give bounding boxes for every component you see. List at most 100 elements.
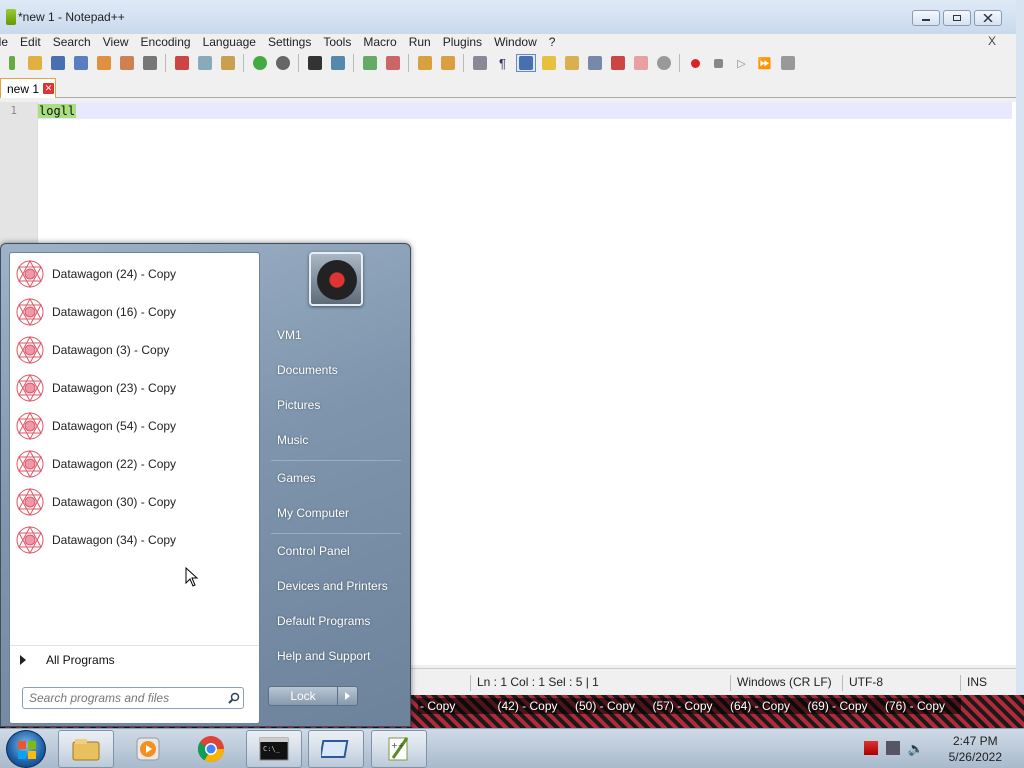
desktop-icon-label[interactable]: - Copy	[418, 698, 496, 714]
taskbar-chrome[interactable]	[183, 730, 239, 768]
program-item[interactable]: Datawagon (16) - Copy	[14, 295, 254, 329]
cut-button[interactable]	[172, 54, 192, 72]
zoom-in-button[interactable]	[360, 54, 380, 72]
tab-new-1[interactable]: new 1 ✕	[0, 78, 56, 98]
menu-language[interactable]: Language	[197, 35, 262, 49]
new-file-button[interactable]	[2, 54, 22, 72]
link-help-and-support[interactable]: Help and Support	[277, 649, 370, 663]
close-document-x[interactable]: X	[982, 34, 1002, 48]
search-input[interactable]: Search programs and files	[22, 687, 244, 709]
close-file-button[interactable]	[94, 54, 114, 72]
menu-search[interactable]: Search	[47, 35, 97, 49]
system-clock[interactable]: 2:47 PM 5/26/2022	[949, 733, 1002, 765]
link-documents[interactable]: Documents	[277, 363, 338, 377]
sync-vertical-button[interactable]	[415, 54, 435, 72]
save-button[interactable]	[48, 54, 68, 72]
zoom-out-button[interactable]	[383, 54, 403, 72]
monitoring-button[interactable]	[654, 54, 674, 72]
close-all-button[interactable]	[117, 54, 137, 72]
doc-list-button[interactable]	[585, 54, 605, 72]
menu-view[interactable]: View	[97, 35, 135, 49]
maximize-button[interactable]	[943, 10, 971, 26]
link-default-programs[interactable]: Default Programs	[277, 614, 370, 628]
find-button[interactable]	[305, 54, 325, 72]
lock-button[interactable]: Lock	[268, 686, 358, 706]
menu-plugins[interactable]: Plugins	[437, 35, 488, 49]
play-macro-button[interactable]: ▷	[732, 54, 752, 72]
udl-button[interactable]	[539, 54, 559, 72]
link-my-computer[interactable]: My Computer	[277, 506, 349, 520]
program-item[interactable]: Datawagon (30) - Copy	[14, 485, 254, 519]
close-button[interactable]	[974, 10, 1002, 26]
zoom-in-icon	[362, 56, 377, 70]
desktop-icon-label[interactable]: (42) - Copy	[495, 698, 573, 714]
taskbar-explorer[interactable]	[58, 730, 114, 768]
record-macro-button[interactable]	[686, 54, 706, 72]
sync-horizontal-button[interactable]	[438, 54, 458, 72]
link-control-panel[interactable]: Control Panel	[277, 544, 350, 558]
menu-edit[interactable]: Edit	[14, 35, 47, 49]
run-macro-multiple-button[interactable]: ⏩	[755, 54, 775, 72]
zoom-out-icon	[385, 56, 400, 70]
user-avatar[interactable]	[309, 252, 363, 306]
program-item[interactable]: Datawagon (24) - Copy	[14, 257, 254, 291]
menu-help[interactable]: ?	[543, 35, 562, 49]
editor-text[interactable]: logll	[38, 104, 77, 118]
open-file-button[interactable]	[25, 54, 45, 72]
menu-encoding[interactable]: Encoding	[135, 35, 197, 49]
program-item[interactable]: Datawagon (23) - Copy	[14, 371, 254, 405]
folder-workspace-button[interactable]	[631, 54, 651, 72]
menu-settings[interactable]: Settings	[262, 35, 317, 49]
menu-file[interactable]: ile	[0, 35, 14, 49]
all-programs-button[interactable]: All Programs	[10, 645, 259, 673]
search-icon[interactable]	[225, 689, 243, 707]
copy-button[interactable]	[195, 54, 215, 72]
link-games[interactable]: Games	[277, 471, 316, 485]
program-item[interactable]: Datawagon (3) - Copy	[14, 333, 254, 367]
taskbar-notepad-plus-plus[interactable]: ++	[371, 730, 427, 768]
start-button[interactable]	[6, 730, 46, 768]
print-button[interactable]	[140, 54, 160, 72]
link-pictures[interactable]: Pictures	[277, 398, 320, 412]
desktop-icon-label[interactable]: (57) - Copy	[650, 698, 728, 714]
function-list-button[interactable]	[608, 54, 628, 72]
word-wrap-button[interactable]	[470, 54, 490, 72]
replace-button[interactable]	[328, 54, 348, 72]
save-macro-button[interactable]	[778, 54, 798, 72]
tab-close-icon[interactable]: ✕	[43, 83, 55, 94]
shutdown-options-button[interactable]	[337, 687, 357, 705]
menu-tools[interactable]: Tools	[317, 35, 357, 49]
menu-macro[interactable]: Macro	[357, 35, 402, 49]
network-icon[interactable]	[885, 741, 900, 755]
stop-macro-button[interactable]	[709, 54, 729, 72]
minimize-button[interactable]	[912, 10, 940, 26]
link-devices-and-printers[interactable]: Devices and Printers	[277, 579, 388, 593]
undo-button[interactable]	[250, 54, 270, 72]
program-item[interactable]: Datawagon (22) - Copy	[14, 447, 254, 481]
desktop-icon-label[interactable]: (76) - Copy	[883, 698, 961, 714]
taskbar-cmd[interactable]: C:\_	[246, 730, 302, 768]
redo-button[interactable]	[273, 54, 293, 72]
desktop-icon-label[interactable]: (50) - Copy	[573, 698, 651, 714]
program-item[interactable]: Datawagon (54) - Copy	[14, 409, 254, 443]
paste-icon	[220, 56, 235, 70]
menu-window[interactable]: Window	[488, 35, 543, 49]
paste-button[interactable]	[218, 54, 238, 72]
taskbar-media-player[interactable]	[120, 730, 176, 768]
link-user-vm1[interactable]: VM1	[277, 328, 302, 342]
program-item[interactable]: Datawagon (34) - Copy	[14, 523, 254, 557]
show-all-chars-button[interactable]: ¶	[493, 54, 513, 72]
action-center-flag-icon[interactable]	[863, 741, 878, 755]
desktop-icon-label[interactable]: (69) - Copy	[805, 698, 883, 714]
link-music[interactable]: Music	[277, 433, 308, 447]
indent-guide-button[interactable]	[515, 54, 536, 72]
menu-run[interactable]: Run	[403, 35, 437, 49]
save-all-button[interactable]	[71, 54, 91, 72]
lock-label: Lock	[290, 689, 316, 703]
windows-logo-icon	[18, 741, 36, 759]
doc-map-button[interactable]	[562, 54, 582, 72]
title-bar[interactable]: *new 1 - Notepad++	[0, 0, 1016, 34]
taskbar-virtual-window[interactable]	[308, 730, 364, 768]
volume-icon[interactable]: 🔈	[908, 741, 924, 757]
desktop-icon-label[interactable]: (64) - Copy	[728, 698, 806, 714]
